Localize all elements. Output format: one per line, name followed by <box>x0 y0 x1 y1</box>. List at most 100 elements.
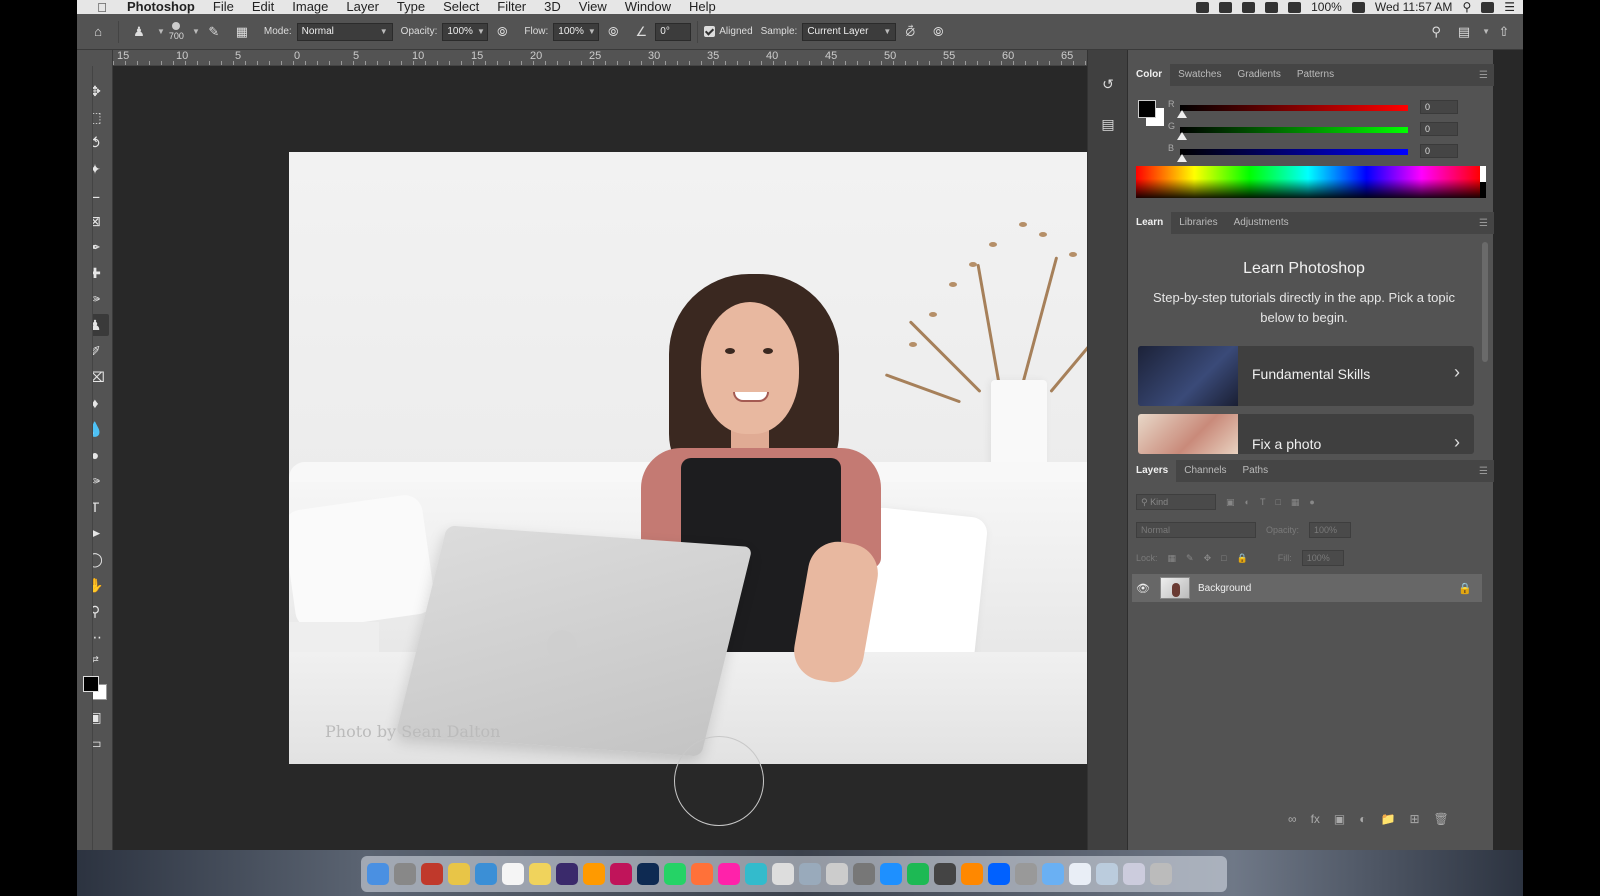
dock-finder-icon[interactable] <box>367 863 389 885</box>
dock-illustrator-icon[interactable] <box>583 863 605 885</box>
pressure-size-icon[interactable]: ⦾ <box>929 23 947 41</box>
dock-launchpad-icon[interactable] <box>394 863 416 885</box>
battery-icon[interactable] <box>1351 1 1365 13</box>
properties-panel-icon[interactable]: ▤ <box>1096 112 1120 136</box>
delete-layer-icon[interactable]: 🗑 <box>1434 812 1449 826</box>
bluetooth-icon[interactable] <box>1265 1 1279 13</box>
menu-layer[interactable]: Layer <box>346 0 379 14</box>
color-foreground-swatch[interactable] <box>1138 100 1156 118</box>
dock-photos-icon[interactable] <box>718 863 740 885</box>
angle-field[interactable]: 0° <box>655 22 692 41</box>
spectrum-white[interactable] <box>1480 166 1486 182</box>
menu-app-name[interactable]: Photoshop <box>127 0 195 14</box>
siri-icon[interactable] <box>1481 1 1495 13</box>
tab-learn[interactable]: Learn <box>1128 212 1172 234</box>
red-slider[interactable]: R 0 <box>1168 99 1468 118</box>
chevron-down-icon[interactable]: ▼ <box>192 27 200 36</box>
adjustment-layer-icon[interactable]: ◐ <box>1359 812 1366 826</box>
pressure-opacity-icon[interactable]: ⦾ <box>493 23 511 41</box>
menu-view[interactable]: View <box>579 0 607 14</box>
lock-icon[interactable]: 🔒 <box>1458 582 1472 595</box>
filter-toggle-icon[interactable]: ● <box>1309 497 1314 507</box>
document-photo[interactable]: Photo by Sean Dalton <box>289 152 1127 764</box>
dock-preview-2-icon[interactable] <box>1096 863 1118 885</box>
share-icon[interactable]: ⇧ <box>1495 23 1513 41</box>
lock-pixels-icon[interactable]: ▦ <box>1168 553 1177 564</box>
lock-paint-icon[interactable]: ✎ <box>1186 553 1194 564</box>
learn-card-fundamental-skills[interactable]: Fundamental Skills › <box>1138 346 1474 406</box>
notification-center-icon[interactable]: ☰ <box>1504 0 1515 14</box>
flow-field[interactable]: 100% ▼ <box>553 22 600 41</box>
visibility-eye-icon[interactable]: 👁 <box>1132 582 1154 595</box>
history-panel-icon[interactable]: ↺ <box>1096 72 1120 96</box>
dock-downloads-icon[interactable] <box>1123 863 1145 885</box>
dock-dropbox-icon[interactable] <box>988 863 1010 885</box>
dock-quicktime-icon[interactable] <box>934 863 956 885</box>
aligned-checkbox[interactable] <box>704 26 716 37</box>
lock-position-icon[interactable]: ✥ <box>1204 553 1212 564</box>
dock-files-icon[interactable] <box>772 863 794 885</box>
dropbox-icon[interactable] <box>1219 1 1233 13</box>
dock-trash-icon[interactable] <box>1150 863 1172 885</box>
opacity-field[interactable]: 100% ▼ <box>442 22 489 41</box>
dock-vlc-icon[interactable] <box>961 863 983 885</box>
tab-adjustments[interactable]: Adjustments <box>1226 212 1297 234</box>
layer-filter-select[interactable]: ⚲ Kind <box>1136 494 1216 510</box>
filter-pixel-icon[interactable]: ▣ <box>1226 497 1235 508</box>
dock-preview-icon[interactable] <box>799 863 821 885</box>
home-icon[interactable]: ⌂ <box>89 23 107 41</box>
learn-card-fix-a-photo[interactable]: Fix a photo › <box>1138 414 1474 454</box>
tab-paths[interactable]: Paths <box>1235 460 1277 482</box>
search-icon[interactable]: ⚲ <box>1427 23 1445 41</box>
menu-help[interactable]: Help <box>689 0 716 14</box>
panel-menu-icon[interactable]: ☰ <box>1479 466 1488 477</box>
spotlight-icon[interactable]: ⚲ <box>1462 0 1471 14</box>
blue-bar[interactable] <box>1180 149 1408 155</box>
dock-acrobat-icon[interactable] <box>421 863 443 885</box>
blue-knob[interactable] <box>1177 154 1187 162</box>
dock-trash-folder-icon[interactable] <box>826 863 848 885</box>
green-knob[interactable] <box>1177 132 1187 140</box>
tab-libraries[interactable]: Libraries <box>1171 212 1225 234</box>
blue-value[interactable]: 0 <box>1420 144 1458 158</box>
dock-system-preferences-icon[interactable] <box>853 863 875 885</box>
dock-indesign-icon[interactable] <box>610 863 632 885</box>
tab-gradients[interactable]: Gradients <box>1229 64 1288 86</box>
dock-folder-icon[interactable] <box>1042 863 1064 885</box>
mode-select[interactable]: Normal ▼ <box>296 22 393 41</box>
clone-source-icon[interactable]: ▦ <box>233 23 251 41</box>
layer-row-background[interactable]: 👁 Background 🔒 <box>1132 574 1482 602</box>
dock-messages-icon[interactable] <box>745 863 767 885</box>
dock-photoshop-icon[interactable] <box>637 863 659 885</box>
color-spectrum[interactable] <box>1136 166 1486 198</box>
filter-smart-object-icon[interactable]: ▦ <box>1291 497 1300 508</box>
red-bar[interactable] <box>1180 105 1408 111</box>
new-group-icon[interactable]: 📁 <box>1381 812 1396 826</box>
menu-image[interactable]: Image <box>292 0 328 14</box>
blue-slider[interactable]: B 0 <box>1168 143 1468 162</box>
menu-3d[interactable]: 3D <box>544 0 561 14</box>
green-value[interactable]: 0 <box>1420 122 1458 136</box>
dock-spotify-icon[interactable] <box>907 863 929 885</box>
layer-style-icon[interactable]: fx <box>1311 812 1320 826</box>
foreground-color-swatch[interactable] <box>83 676 99 692</box>
new-layer-icon[interactable]: ⊞ <box>1409 812 1419 826</box>
tab-color[interactable]: Color <box>1128 64 1171 86</box>
filter-type-icon[interactable]: T <box>1260 497 1266 507</box>
red-knob[interactable] <box>1177 110 1187 118</box>
dock-whatsapp-icon[interactable] <box>664 863 686 885</box>
dock-app-store-icon[interactable] <box>880 863 902 885</box>
menu-type[interactable]: Type <box>397 0 425 14</box>
lock-artboard-icon[interactable]: □ <box>1221 553 1226 563</box>
dock-notes-icon[interactable] <box>529 863 551 885</box>
red-value[interactable]: 0 <box>1420 100 1458 114</box>
menu-filter[interactable]: Filter <box>497 0 526 14</box>
ignore-adjustment-icon[interactable]: ⦳ <box>901 23 919 41</box>
spectrum-black[interactable] <box>1480 182 1486 198</box>
layer-name[interactable]: Background <box>1198 583 1458 594</box>
tab-channels[interactable]: Channels <box>1176 460 1234 482</box>
wifi-icon[interactable] <box>1288 1 1302 13</box>
dock-chrome-icon[interactable] <box>448 863 470 885</box>
green-bar[interactable] <box>1180 127 1408 133</box>
menu-edit[interactable]: Edit <box>252 0 274 14</box>
